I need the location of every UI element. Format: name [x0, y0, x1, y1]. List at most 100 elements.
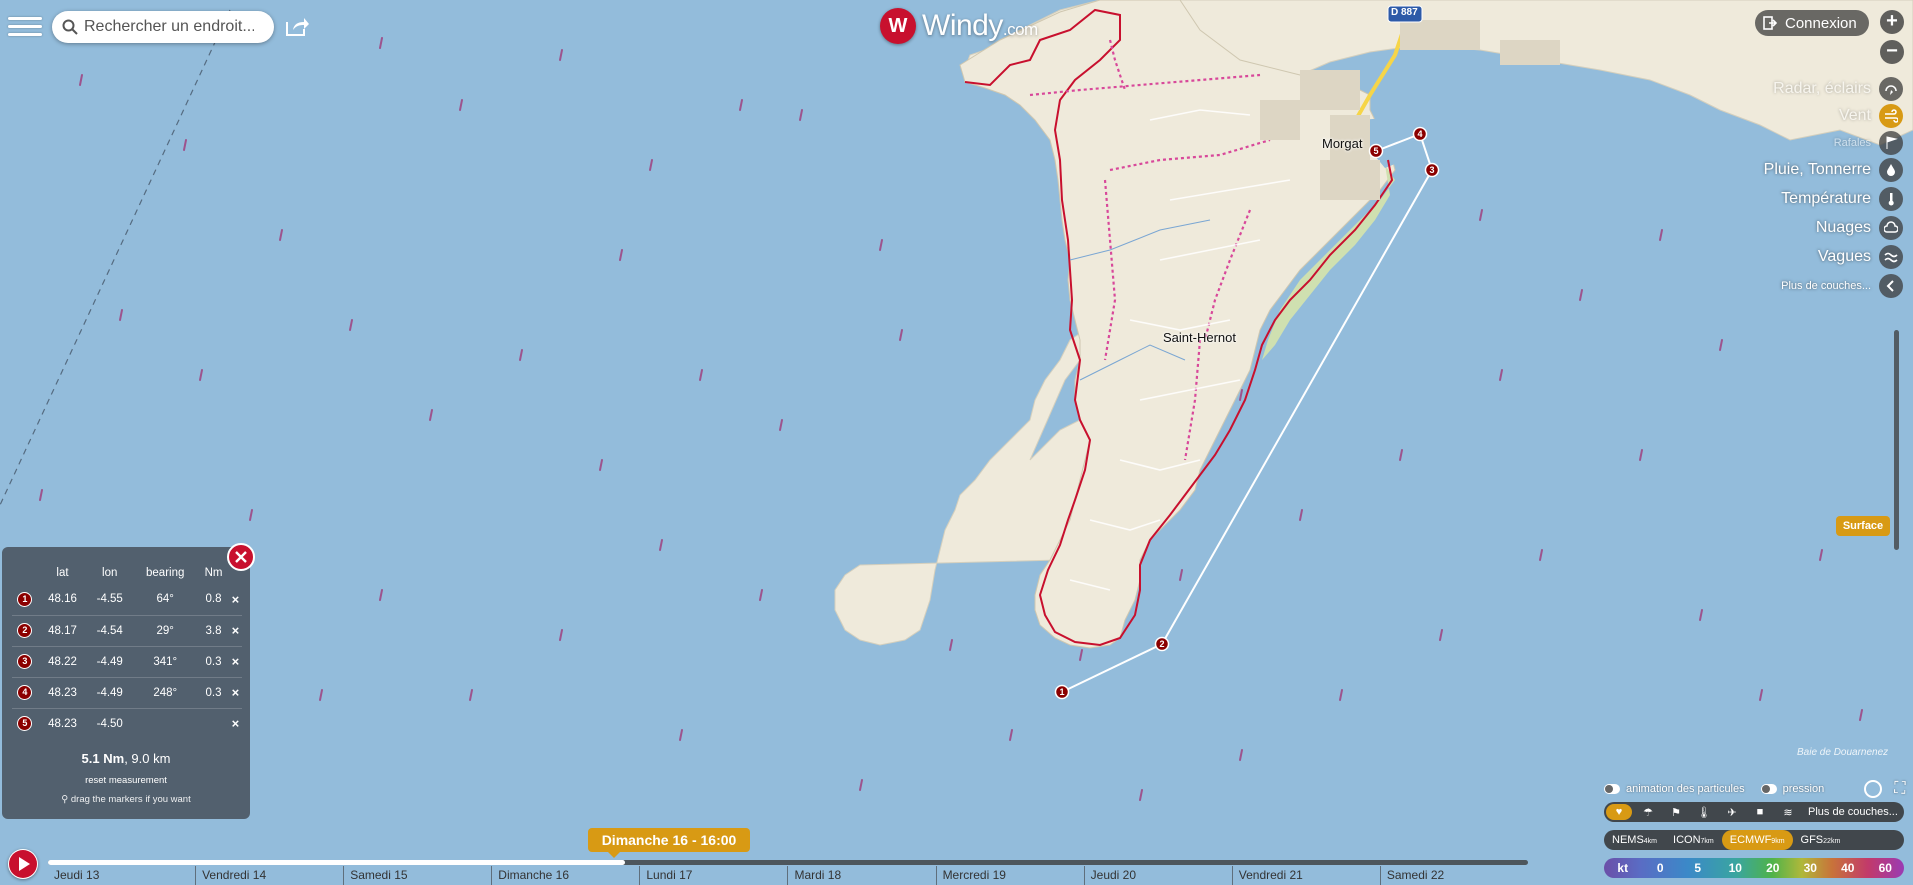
table-row: 1 48.16 -4.55 64° 0.8 ×	[12, 584, 242, 616]
timeline-day[interactable]: Samedi 22	[1379, 866, 1528, 885]
delete-point-button[interactable]: ×	[232, 623, 240, 638]
layer-label: Vent	[1838, 107, 1871, 124]
pressure-toggle[interactable]	[1760, 784, 1777, 794]
model-ecmwf[interactable]: ECMWF9km	[1721, 830, 1793, 850]
timeline-day[interactable]: Jeudi 20	[1083, 866, 1232, 885]
weather-icon[interactable]: ☂	[1636, 804, 1660, 820]
layer-wind[interactable]: Vent	[1839, 103, 1903, 129]
table-row: 4 48.23 -4.49 248° 0.3 ×	[12, 677, 242, 709]
cell-lat: 48.16	[37, 584, 88, 616]
flag-icon[interactable]: ⚑	[1664, 804, 1688, 820]
drag-hint: ⚲ drag the markers if you want	[61, 794, 191, 805]
rain-icon	[1879, 158, 1903, 182]
thermometer-small-icon[interactable]: 🌡	[1692, 804, 1716, 820]
thermometer-icon	[1879, 187, 1903, 211]
marker-number: 3	[17, 654, 33, 669]
delete-point-button[interactable]: ×	[232, 685, 240, 700]
delete-point-button[interactable]: ×	[232, 654, 240, 669]
particles-toggle[interactable]	[1604, 784, 1620, 794]
layer-label: Température	[1781, 190, 1871, 207]
layer-clouds[interactable]: Nuages	[1816, 215, 1903, 241]
display-options: animation des particules pression ⛶	[1604, 780, 1905, 798]
timeline-day[interactable]: Vendredi 21	[1231, 866, 1380, 885]
close-icon	[235, 551, 247, 563]
more-layers-label: Plus de couches...	[1781, 280, 1871, 292]
windy-logo[interactable]: W Windy.com	[880, 8, 1038, 44]
timeline-progress[interactable]	[48, 860, 1528, 865]
marker-number: 5	[17, 716, 33, 732]
cell-lon: -4.49	[87, 646, 133, 678]
layer-radar[interactable]: Radar, éclairs	[1773, 76, 1903, 102]
table-header-row: lat lon bearing Nm	[12, 562, 242, 584]
favorites-bar: ♥ ☂ ⚑ 🌡 ✈ ■ ≋ Plus de couches...	[1604, 802, 1904, 822]
map-canvas[interactable]: 1 2 3 4 5	[0, 0, 1913, 885]
timeline-day[interactable]: Vendredi 14	[195, 866, 343, 885]
scale-value: 20	[1766, 861, 1780, 875]
cell-lon: -4.55	[87, 584, 133, 616]
menu-icon	[8, 17, 42, 20]
layer-rain[interactable]: Pluie, Tonnerre	[1764, 157, 1903, 183]
cell-bearing: 64°	[132, 584, 199, 616]
search-input[interactable]	[84, 18, 254, 36]
column-header: lon	[102, 567, 118, 579]
model-gfs[interactable]: GFS22km	[1793, 830, 1849, 850]
cell-lat: 48.17	[37, 615, 88, 647]
scale-value: 0	[1656, 861, 1664, 875]
layer-label: Vagues	[1817, 248, 1871, 265]
measurement-panel: lat lon bearing Nm 1 48.16 -4.55 64° 0.8…	[2, 547, 250, 819]
cell-lat: 48.22	[37, 646, 88, 678]
fullscreen-icon[interactable]: ⛶	[1894, 780, 1905, 798]
model-icon[interactable]: ICON7km	[1665, 830, 1722, 850]
column-header: bearing	[146, 567, 185, 579]
layer-label: Rafales	[1833, 137, 1871, 149]
layer-scrollbar[interactable]	[1894, 330, 1899, 550]
login-button[interactable]: Connexion	[1755, 10, 1869, 36]
timeline-current-time[interactable]: Dimanche 16 - 16:00	[588, 828, 750, 858]
svg-text:3: 3	[1429, 165, 1434, 175]
cell-bearing: 341°	[132, 646, 199, 678]
wind-small-icon[interactable]: ≋	[1776, 804, 1800, 820]
reset-measurement-link[interactable]: reset measurement	[2, 775, 250, 786]
timeline-day[interactable]: Jeudi 13	[48, 866, 195, 885]
place-label-morgat: Morgat	[1322, 136, 1363, 151]
heart-icon[interactable]: ♥	[1606, 804, 1632, 820]
svg-text:4: 4	[1417, 129, 1422, 139]
more-layers-button[interactable]: Plus de couches...	[1781, 273, 1903, 299]
total-nm: 5.1 Nm	[81, 751, 125, 766]
zoom-out-button[interactable]: −	[1880, 40, 1904, 64]
layer-label: Pluie, Tonnerre	[1763, 161, 1871, 178]
column-header: lat	[56, 567, 69, 579]
timeline-day[interactable]: Lundi 17	[639, 866, 787, 885]
cell-lon: -4.49	[87, 677, 133, 709]
logo-mark-icon: W	[880, 8, 916, 44]
timeline-day[interactable]: Dimanche 16	[491, 866, 639, 885]
plane-icon[interactable]: ✈	[1720, 804, 1744, 820]
timeline-day[interactable]: Samedi 15	[343, 866, 491, 885]
pressure-label: pression	[1782, 783, 1825, 795]
close-measurement-button[interactable]	[227, 543, 255, 571]
marker-number: 2	[17, 623, 33, 638]
menu-button[interactable]	[6, 12, 44, 42]
clock-icon[interactable]	[1864, 780, 1883, 798]
layer-temperature[interactable]: Température	[1781, 186, 1903, 212]
wind-color-scale[interactable]: kt 0 5 10 20 30 40 60	[1604, 858, 1904, 878]
delete-point-button[interactable]: ×	[232, 716, 240, 731]
layer-gusts[interactable]: Rafales	[1834, 130, 1903, 156]
more-layers-link[interactable]: Plus de couches...	[1808, 806, 1898, 818]
altitude-surface-button[interactable]: Surface	[1836, 516, 1890, 536]
timeline-day[interactable]: Mardi 18	[787, 866, 935, 885]
marker-number: 1	[17, 591, 33, 607]
search-box[interactable]	[52, 11, 274, 43]
svg-text:1: 1	[1059, 687, 1064, 697]
cell-lat: 48.23	[48, 717, 77, 730]
share-icon[interactable]	[284, 14, 310, 38]
zoom-in-button[interactable]: +	[1880, 10, 1904, 34]
model-nems[interactable]: NEMS4km	[1604, 830, 1665, 850]
cell-nm: 3.8	[198, 615, 229, 647]
play-button[interactable]	[8, 849, 38, 879]
camera-icon[interactable]: ■	[1748, 804, 1772, 820]
delete-point-button[interactable]: ×	[232, 592, 240, 607]
layer-waves[interactable]: Vagues	[1818, 244, 1903, 270]
timeline-day[interactable]: Mercredi 19	[935, 866, 1084, 885]
scale-value: 60	[1878, 861, 1892, 875]
